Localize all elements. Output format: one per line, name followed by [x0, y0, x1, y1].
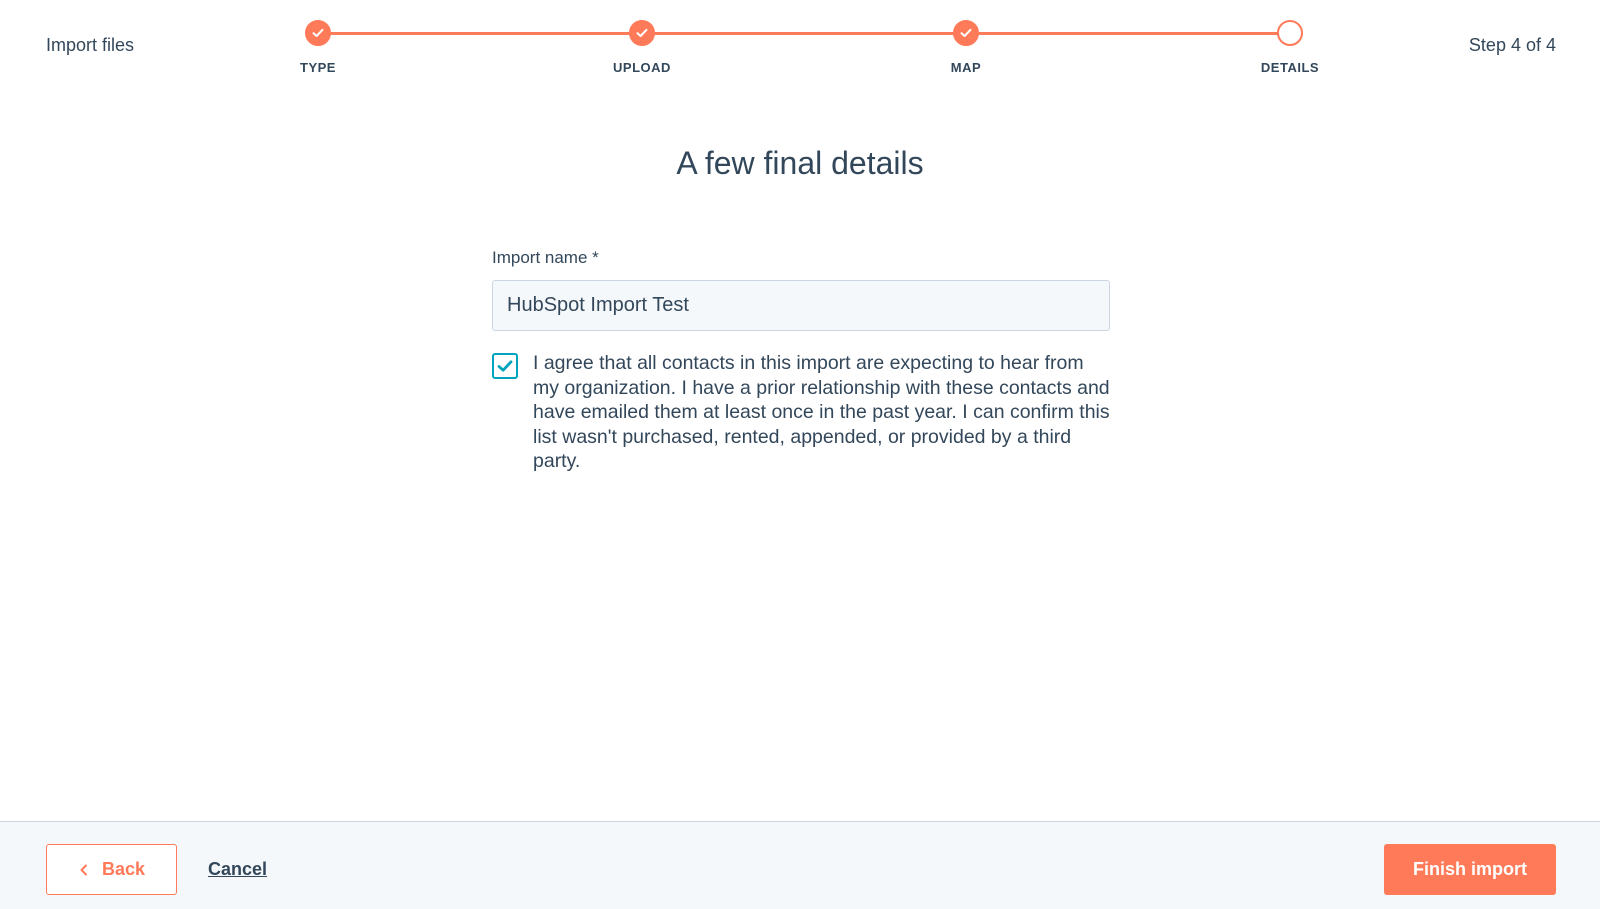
step-complete-checkmark-icon: [305, 20, 331, 46]
progress-stepper: TYPE UPLOAD MAP DETAILS: [300, 20, 1319, 80]
step-complete-checkmark-icon: [953, 20, 979, 46]
step-label: MAP: [950, 60, 982, 75]
consent-checkbox[interactable]: [492, 353, 518, 379]
chevron-left-icon: [80, 864, 87, 875]
consent-text: I agree that all contacts in this import…: [533, 352, 1110, 472]
step-label: UPLOAD: [613, 60, 671, 75]
import-name-label: Import name *: [492, 248, 599, 267]
import-name-input[interactable]: [492, 280, 1110, 331]
step-label: TYPE: [300, 60, 336, 75]
step-complete-checkmark-icon: [629, 20, 655, 46]
step-current-circle-icon: [1277, 20, 1303, 46]
stepper-progress-line: [318, 32, 1290, 35]
consent-agreement: I agree that all contacts in this import…: [492, 351, 1110, 474]
finish-import-button[interactable]: Finish import: [1384, 844, 1556, 895]
step-counter: Step 4 of 4: [1468, 35, 1556, 55]
step-label: DETAILS: [1260, 60, 1320, 75]
checkmark-icon: [497, 360, 513, 372]
import-details-form: Import name * I agree that all contacts …: [492, 248, 1110, 474]
header-title: Import files: [46, 35, 135, 55]
back-button[interactable]: Back: [46, 844, 177, 895]
page-title: A few final details: [676, 145, 924, 181]
import-wizard-page: Import files TYPE UPLOAD MAP DETAILS Ste…: [0, 0, 1600, 909]
cancel-link[interactable]: Cancel: [208, 859, 267, 880]
back-button-label: Back: [101, 859, 146, 879]
wizard-header: Import files TYPE UPLOAD MAP DETAILS Ste…: [0, 0, 1600, 100]
wizard-footer: Back Cancel Finish import: [0, 821, 1600, 909]
